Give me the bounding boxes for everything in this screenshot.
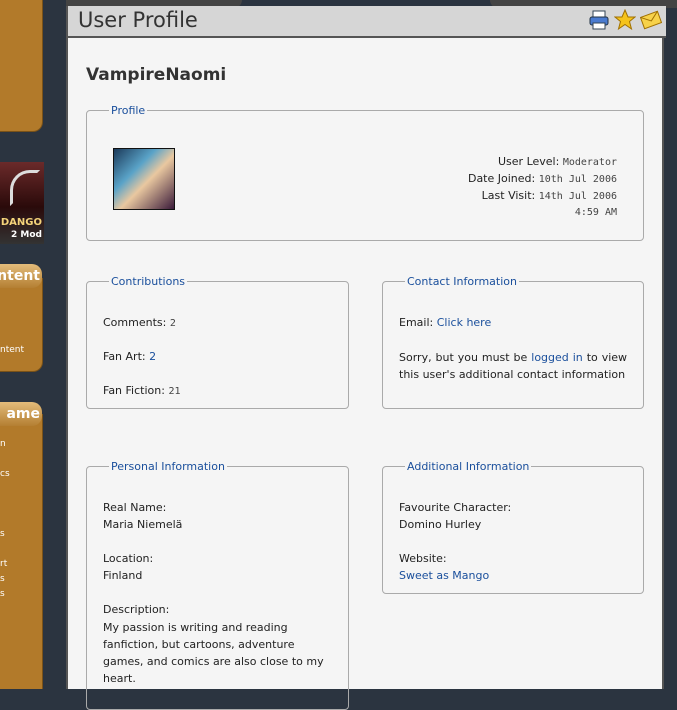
date-joined-label: Date Joined: [467, 172, 536, 185]
username-heading: VampireNaomi [86, 65, 227, 85]
last-visit-label: Last Visit: [481, 189, 536, 202]
location-label: Location: [103, 552, 154, 565]
additional-legend: Additional Information [407, 460, 530, 473]
scythe-icon [10, 170, 40, 206]
sidebar-panel-top [0, 0, 43, 132]
profile-legend: Profile [111, 104, 146, 117]
sidebar-panel-name [0, 414, 43, 689]
envelope-icon[interactable] [639, 8, 662, 31]
printer-icon[interactable] [587, 8, 610, 31]
sidebar-panel-content [0, 278, 43, 372]
email-row: Email: Click here [399, 316, 491, 329]
toolbar-icons [587, 8, 662, 31]
profile-content: VampireNaomi Profile User Level: Moderat… [66, 38, 664, 710]
personal-fieldset: Personal Information Real Name: Maria Ni… [86, 460, 349, 710]
website-link[interactable]: Sweet as Mango [399, 569, 489, 582]
sidebar-link-content[interactable]: ntent [0, 345, 24, 355]
site-banner[interactable]: DANGO 2 Mod [0, 162, 44, 244]
website-label: Website: [399, 552, 447, 565]
last-visit-time: 4:59 AM [574, 207, 617, 218]
comments-value: 2 [169, 318, 176, 329]
sidebar-link[interactable]: rt [0, 559, 7, 569]
fav-char-label: Favourite Character: [399, 501, 512, 514]
real-name-label: Real Name: [103, 501, 167, 514]
sidebar-header-content: ntent [0, 264, 42, 288]
user-level-row: User Level: Moderator [498, 155, 617, 168]
contact-login-notice: Sorry, but you must be logged in to view… [399, 349, 627, 383]
sidebar-link[interactable]: s [0, 529, 5, 539]
personal-legend: Personal Information [111, 460, 225, 473]
profile-fieldset: Profile User Level: Moderator Date Joine… [86, 104, 644, 241]
logged-in-link[interactable]: logged in [531, 351, 582, 364]
email-label: Email: [399, 316, 434, 329]
fanart-row: Fan Art: 2 [103, 350, 156, 363]
fav-char-value: Domino Hurley [399, 518, 482, 531]
additional-fieldset: Additional Information Favourite Charact… [382, 460, 644, 594]
banner-text-2: 2 Mod [11, 230, 42, 240]
fanart-link[interactable]: 2 [149, 350, 156, 363]
fanart-label: Fan Art: [103, 350, 146, 363]
contributions-fieldset: Contributions Comments: 2 Fan Art: 2 Fan… [86, 275, 349, 409]
sidebar-link[interactable]: cs [0, 469, 10, 479]
sidebar-link[interactable]: s [0, 589, 5, 599]
sidebar-link[interactable]: s [0, 574, 5, 584]
last-visit-row: Last Visit: 14th Jul 2006 [482, 189, 617, 202]
location-value: Finland [103, 569, 143, 582]
title-bar: User Profile [66, 6, 666, 38]
contributions-legend: Contributions [111, 275, 186, 288]
fanfiction-label: Fan Fiction: [103, 384, 165, 397]
comments-label: Comments: [103, 316, 167, 329]
description-label: Description: [103, 603, 170, 616]
sidebar-header-name: ame [0, 402, 42, 426]
description-value: My passion is writing and reading fanfic… [103, 621, 324, 685]
user-level-label: User Level: [498, 155, 560, 168]
page-title: User Profile [78, 8, 198, 32]
sidebar-link[interactable]: n [0, 439, 6, 449]
real-name-value: Maria Niemelä [103, 518, 183, 531]
user-level-value: Moderator [562, 157, 617, 168]
date-joined-row: Date Joined: 10th Jul 2006 [468, 172, 617, 185]
contact-fieldset: Contact Information Email: Click here So… [382, 275, 644, 409]
last-visit-value: 14th Jul 2006 [538, 191, 617, 202]
fanfiction-value: 21 [168, 386, 181, 397]
left-sidebar: DANGO 2 Mod ntent ntent ame n cs s rt s … [0, 0, 44, 689]
date-joined-value: 10th Jul 2006 [538, 174, 617, 185]
contact-legend: Contact Information [407, 275, 517, 288]
fanfiction-row: Fan Fiction: 21 [103, 384, 180, 397]
comments-row: Comments: 2 [103, 316, 176, 329]
banner-text-1: DANGO [0, 217, 42, 228]
user-avatar [113, 148, 175, 210]
email-link[interactable]: Click here [437, 316, 492, 329]
sorry-text: Sorry, but you must be [399, 351, 528, 364]
star-icon[interactable] [613, 8, 636, 31]
